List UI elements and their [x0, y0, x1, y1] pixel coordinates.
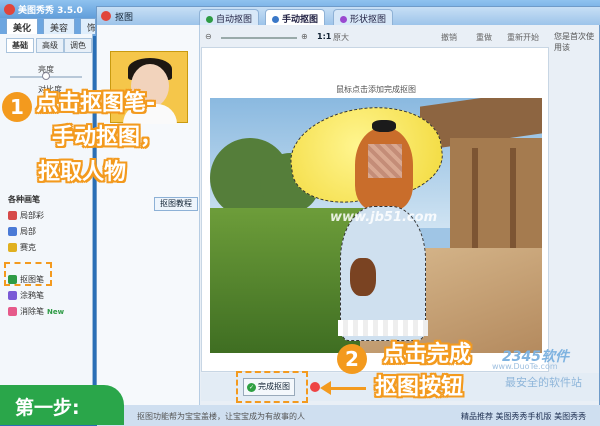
tool-label: 涂鸦笔 [20, 291, 44, 300]
step1-line2: 手动抠图， [52, 125, 163, 150]
zoom-ratio[interactable]: 1:1 [317, 32, 331, 41]
photo-face-blur [368, 144, 402, 178]
local-color-icon [8, 211, 17, 220]
dialog-side-panel: 抠图教程 [97, 25, 200, 426]
zoom-in-icon[interactable]: ⊕ [301, 32, 308, 41]
mosaic-icon [8, 243, 17, 252]
photo-girl-umbrella[interactable]: www.jb51.com [210, 98, 542, 353]
tool-label: 局部 [20, 227, 36, 236]
footer-tip: 抠图功能帮为宝宝盖楼，让宝宝成为有故事的人 [137, 412, 305, 421]
tab-auto-cutout[interactable]: 自动抠图 [199, 9, 260, 25]
photo-post [472, 148, 478, 258]
tool-label: 赛克 [20, 243, 36, 252]
step1-badge: 1 [2, 92, 32, 122]
tab-beautify[interactable]: 美化 [6, 18, 39, 34]
tab-skin[interactable]: 美容 [43, 18, 76, 34]
subtab-color[interactable]: 调色 [64, 38, 92, 53]
photo-bow [372, 120, 396, 132]
site-url: www.DuoTe.com [492, 362, 558, 371]
tool-eraser[interactable]: 消除笔 New [8, 306, 64, 317]
arrow-left-icon [320, 381, 331, 395]
step-banner-text: 第一步: [15, 397, 80, 419]
manual-cutout-icon [272, 16, 279, 23]
tool-label: 局部彩 [20, 211, 44, 220]
tool-mosaic[interactable]: 赛克 [8, 242, 36, 253]
local-brush-icon [8, 227, 17, 236]
tool-local[interactable]: 局部 [8, 226, 36, 237]
step1-line1: 点击抠图笔- [36, 91, 156, 116]
photo-pavilion-wall [450, 138, 542, 248]
brush-section-label: 各种画笔 [8, 195, 40, 204]
brightness-slider[interactable] [10, 72, 82, 80]
zoom-out-icon[interactable]: ⊖ [205, 32, 212, 41]
photo-bear-print [350, 258, 376, 296]
dialog-titlebar: 抠图 自动抠图 手动抠图 形状抠图 [97, 7, 600, 25]
cancel-icon[interactable] [310, 382, 320, 392]
reset-button[interactable]: 重新开始 [507, 32, 539, 43]
app-title: 美图秀秀 3.5.0 [18, 6, 83, 16]
photo-watermark: www.jb51.com [330, 210, 438, 225]
original-size-label[interactable]: 原大 [333, 32, 349, 43]
subtab-advanced[interactable]: 高级 [36, 38, 64, 53]
tab-manual-cutout[interactable]: 手动抠图 [265, 9, 326, 25]
footer-links[interactable]: 精品推荐 美图秀秀手机版 美图秀秀 [461, 411, 586, 422]
site-slogan: 最安全的软件站 [505, 376, 582, 389]
tutorial-button[interactable]: 抠图教程 [154, 197, 198, 211]
tool-local-color[interactable]: 局部彩 [8, 210, 44, 221]
step1-line3: 抠取人物 [38, 160, 127, 185]
tab-shape-cutout[interactable]: 形状抠图 [333, 9, 394, 25]
tab-label: 自动抠图 [216, 15, 253, 25]
dialog-footer: 抠图功能帮为宝宝盖楼，让宝宝成为有故事的人 精品推荐 美图秀秀手机版 美图秀秀 [97, 405, 600, 426]
doodle-icon [8, 291, 17, 300]
highlight-cutout-pen [4, 262, 52, 286]
tool-label: 消除笔 [20, 307, 44, 316]
zoom-slider[interactable] [221, 37, 297, 39]
canvas-hint: 鼠标点击添加完成抠图 [336, 85, 416, 94]
photo-post [510, 148, 516, 258]
shape-cutout-icon [340, 16, 347, 23]
tool-doodle[interactable]: 涂鸦笔 [8, 290, 44, 301]
photo-lace [338, 320, 428, 336]
dialog-logo-icon [101, 11, 111, 21]
step2-badge: 2 [337, 344, 367, 374]
redo-button[interactable]: 重做 [476, 32, 492, 43]
step2-line2: 抠图按钮 [375, 375, 464, 400]
eraser-icon [8, 307, 17, 316]
undo-button[interactable]: 撤销 [441, 32, 457, 43]
auto-cutout-icon [206, 16, 213, 23]
canvas-toolbar: ⊖ ⊕ 1:1 原大 撤销 重做 重新开始 [201, 29, 599, 47]
right-help-panel: 您是首次使用该 [552, 29, 600, 369]
first-use-hint: 您是首次使用该 [554, 32, 594, 52]
step2-line1: 点击完成 [383, 342, 472, 367]
tab-decor[interactable]: 饰 [80, 18, 96, 34]
app-logo-icon [4, 4, 15, 15]
subtab-basic[interactable]: 基础 [6, 38, 34, 53]
new-badge: New [47, 307, 65, 316]
slider-knob[interactable] [42, 72, 50, 80]
cutout-canvas[interactable]: 鼠标点击添加完成抠图 www.jb51.com [201, 47, 549, 372]
tab-label: 手动抠图 [282, 15, 319, 25]
tab-label: 形状抠图 [350, 15, 387, 25]
dialog-title: 抠图 [115, 13, 134, 23]
highlight-complete-button [236, 371, 308, 403]
arrow-line [330, 387, 366, 390]
